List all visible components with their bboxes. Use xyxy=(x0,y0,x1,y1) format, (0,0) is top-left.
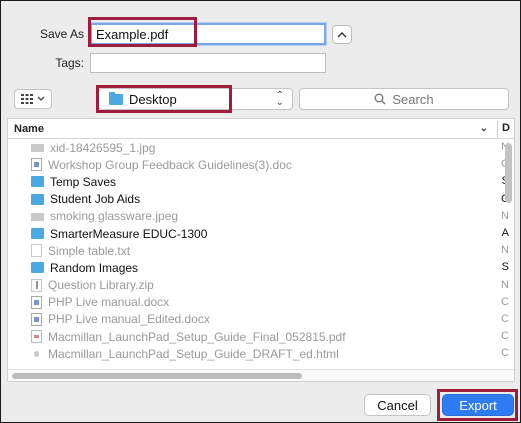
file-date-cell: A xyxy=(501,226,509,239)
file-date-cell: N xyxy=(501,278,509,291)
file-date-cell: C xyxy=(501,312,509,325)
file-row: PHP Live manual_Edited.docx C xyxy=(8,311,514,328)
search-icon xyxy=(374,93,386,105)
updown-chevron-icon: ⌃ ⌄ xyxy=(275,90,284,108)
file-date-cell: C xyxy=(501,347,509,360)
file-date-cell: C xyxy=(501,330,509,343)
file-row: Macmillan_LaunchPad_Setup_Guide_Final_05… xyxy=(8,328,514,345)
folder-icon xyxy=(31,262,44,274)
image-file-icon xyxy=(31,144,44,153)
search-placeholder: Search xyxy=(392,91,434,107)
file-name: xid-18426595_1.jpg xyxy=(50,140,156,155)
folder-icon xyxy=(109,91,123,105)
horizontal-scroll-track xyxy=(8,369,514,381)
expand-dialog-button[interactable] xyxy=(332,24,352,44)
file-name: Temp Saves xyxy=(50,174,117,189)
vertical-scrollbar[interactable] xyxy=(505,143,512,203)
folder-icon xyxy=(31,193,44,205)
image-file-icon xyxy=(31,212,44,221)
file-name: Macmillan_LaunchPad_Setup_Guide_DRAFT_ed… xyxy=(48,346,339,361)
save-dialog: Save As Tags: Desktop ⌃⌄ Search Name ⌄ xyxy=(0,0,521,423)
file-row[interactable]: Student Job AidsC xyxy=(8,191,514,208)
file-name: Random Images xyxy=(50,260,139,275)
file-date-cell: S xyxy=(501,261,509,274)
file-row: PHP Live manual.docx C xyxy=(8,294,514,311)
location-label: Desktop xyxy=(129,91,177,107)
file-row: Question Library.zip N xyxy=(8,277,514,294)
cancel-button[interactable]: Cancel xyxy=(364,394,431,416)
file-list[interactable]: Name ⌄ D xid-18426595_1.jpgNWorkshop Gro… xyxy=(7,118,515,382)
folder-icon xyxy=(31,176,44,188)
save-as-row: Save As xyxy=(21,23,352,45)
word-doc-icon xyxy=(31,158,42,172)
text-file-icon xyxy=(31,244,42,258)
file-name: PHP Live manual.docx xyxy=(48,295,170,310)
file-row[interactable]: Random Images S xyxy=(8,259,514,276)
horizontal-scrollbar[interactable] xyxy=(12,373,302,379)
filename-input[interactable] xyxy=(90,23,326,45)
name-column-header[interactable]: Name xyxy=(14,123,44,135)
tags-label: Tags: xyxy=(55,56,84,70)
location-dropdown[interactable]: Desktop ⌃ ⌄ xyxy=(98,88,293,110)
grid-view-icon xyxy=(21,94,33,104)
file-name: Workshop Group Feedback Guidelines(3).do… xyxy=(48,157,292,172)
word-doc-icon xyxy=(31,295,42,309)
tags-input[interactable] xyxy=(90,53,326,73)
list-header[interactable]: Name ⌄ D xyxy=(8,119,514,139)
pdf-file-icon xyxy=(31,330,42,344)
date-column-header[interactable]: D xyxy=(502,122,510,134)
file-name: SmarterMeasure EDUC-1300 xyxy=(50,226,208,241)
chevron-down-icon xyxy=(37,96,45,101)
file-row[interactable]: SmarterMeasure EDUC-1300 A xyxy=(8,225,514,242)
file-date-cell: N xyxy=(501,244,509,257)
file-name: Macmillan_LaunchPad_Setup_Guide_Final_05… xyxy=(48,329,346,344)
file-name: Student Job Aids xyxy=(50,192,141,207)
file-name: smoking glassware.jpeg xyxy=(50,209,179,224)
folder-icon xyxy=(31,228,44,240)
tags-row: Tags: xyxy=(21,53,326,73)
file-date-cell: N xyxy=(501,209,509,222)
file-row: smoking glassware.jpeg N xyxy=(8,208,514,225)
file-row: Simple table.txt N xyxy=(8,242,514,259)
chevron-up-icon xyxy=(337,31,347,37)
file-name: Question Library.zip xyxy=(48,278,154,293)
file-name: PHP Live manual_Edited.docx xyxy=(48,312,210,327)
file-rows: xid-18426595_1.jpgNWorkshop Group Feedba… xyxy=(8,139,514,362)
save-as-label: Save As xyxy=(39,27,84,41)
view-mode-button[interactable] xyxy=(14,89,52,109)
word-doc-icon xyxy=(31,312,42,326)
html-file-icon xyxy=(31,348,42,360)
file-row: Macmillan_LaunchPad_Setup_Guide_DRAFT_ed… xyxy=(8,345,514,362)
column-divider[interactable] xyxy=(497,121,498,137)
file-row: Workshop Group Feedback Guidelines(3).do… xyxy=(8,156,514,173)
file-row[interactable]: Temp SavesS xyxy=(8,173,514,190)
export-button[interactable]: Export xyxy=(442,394,514,416)
zip-file-icon xyxy=(31,278,42,292)
file-row: xid-18426595_1.jpgN xyxy=(8,139,514,156)
file-date-cell: C xyxy=(501,295,509,308)
search-field[interactable]: Search xyxy=(299,88,509,110)
sort-chevron-icon[interactable]: ⌄ xyxy=(480,123,488,134)
file-name: Simple table.txt xyxy=(48,243,131,258)
